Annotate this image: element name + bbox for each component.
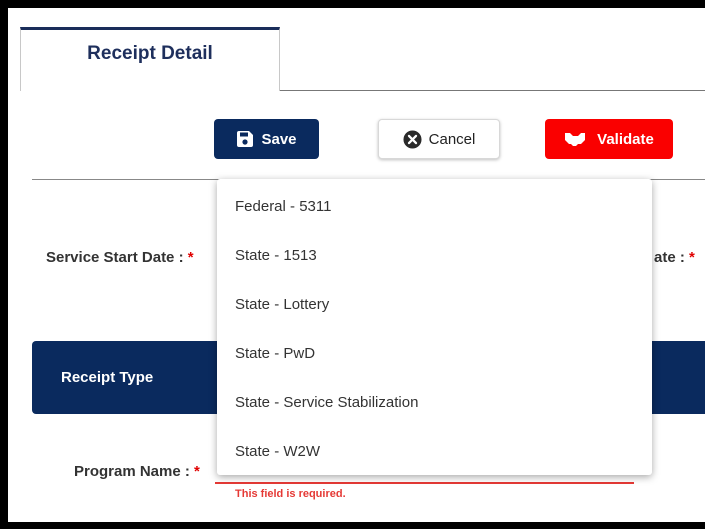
required-asterisk: * bbox=[194, 463, 200, 480]
page-frame: Receipt Detail Save Cancel Validate Serv… bbox=[8, 8, 705, 522]
save-button[interactable]: Save bbox=[214, 119, 319, 159]
program-dropdown-menu[interactable]: Federal - 5311 State - 1513 State - Lott… bbox=[217, 179, 652, 475]
floppy-disk-icon bbox=[236, 130, 254, 148]
validate-label: Validate bbox=[597, 130, 654, 148]
service-end-date-label: ate : * bbox=[654, 249, 695, 266]
dropdown-option[interactable]: State - W2W bbox=[217, 427, 652, 476]
tab-divider bbox=[280, 90, 705, 91]
tab-receipt-detail[interactable]: Receipt Detail bbox=[20, 27, 280, 91]
dropdown-option[interactable]: Federal - 5311 bbox=[217, 182, 652, 231]
dropdown-option[interactable]: State - Service Stabilization bbox=[217, 378, 652, 427]
cancel-label: Cancel bbox=[428, 130, 476, 148]
program-name-field-underline[interactable] bbox=[215, 482, 634, 484]
validate-button[interactable]: Validate bbox=[545, 119, 673, 159]
save-label: Save bbox=[261, 130, 297, 148]
dropdown-option[interactable]: State - PwD bbox=[217, 329, 652, 378]
close-circle-icon bbox=[403, 129, 422, 149]
program-name-error: This field is required. bbox=[235, 488, 346, 500]
dropdown-option[interactable]: State - 1513 bbox=[217, 231, 652, 280]
program-name-label: Program Name : * bbox=[74, 463, 200, 480]
required-asterisk: * bbox=[689, 249, 695, 266]
tab-label: Receipt Detail bbox=[87, 43, 213, 64]
handshake-icon bbox=[564, 131, 590, 147]
service-start-date-label: Service Start Date : * bbox=[46, 249, 194, 266]
dropdown-option[interactable]: State - Lottery bbox=[217, 280, 652, 329]
required-asterisk: * bbox=[187, 249, 194, 266]
receipt-type-label: Receipt Type bbox=[61, 369, 154, 386]
cancel-button[interactable]: Cancel bbox=[378, 119, 500, 159]
